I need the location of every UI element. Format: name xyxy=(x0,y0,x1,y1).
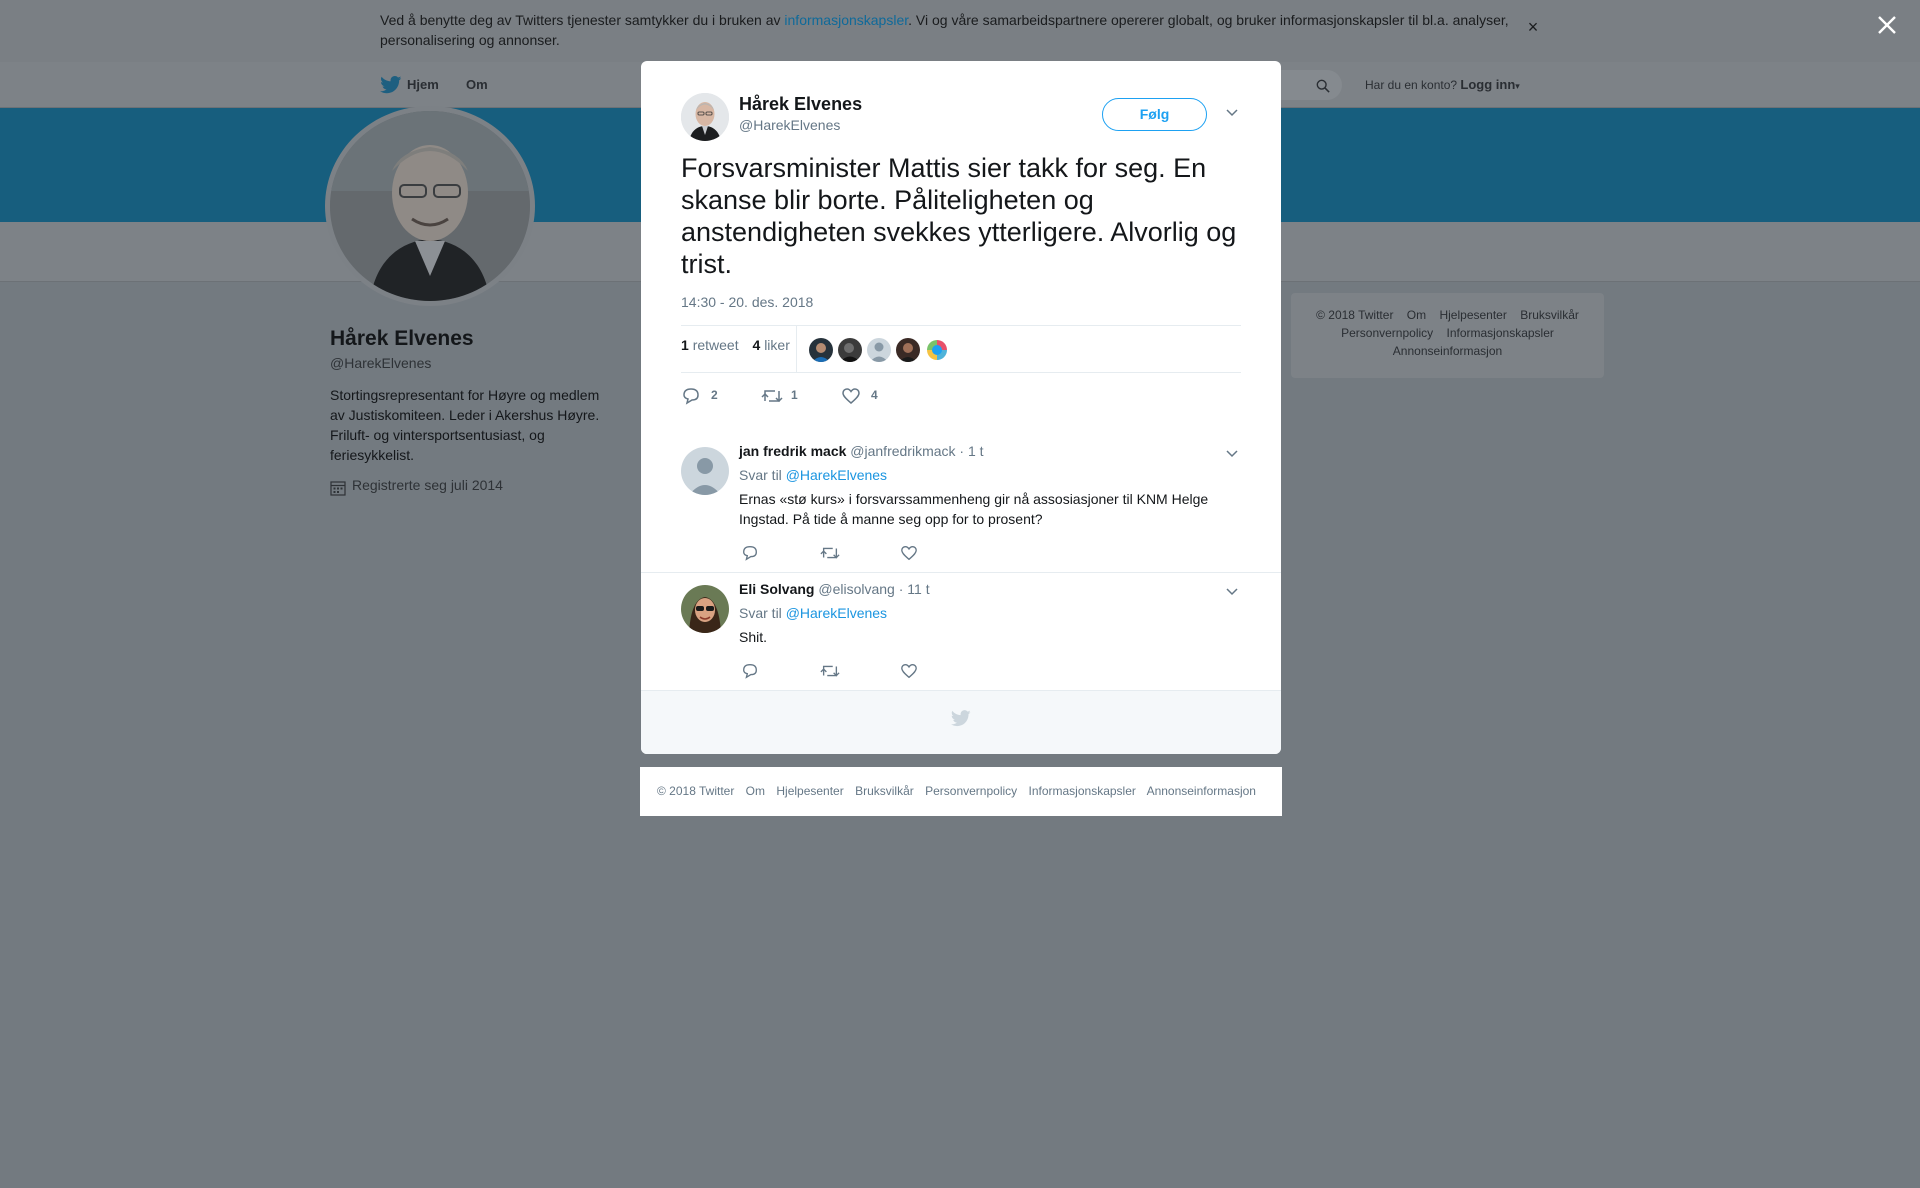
reply-icon[interactable] xyxy=(741,662,759,680)
profile-join-date: Registrerte seg juli 2014 xyxy=(352,477,503,493)
footer-link[interactable]: Annonseinformasjon xyxy=(1393,344,1502,358)
reply-text: Shit. xyxy=(739,629,768,645)
login-link[interactable]: Logg inn xyxy=(1460,77,1515,92)
chevron-down-icon[interactable] xyxy=(1225,585,1239,599)
footer-link[interactable]: Bruksvilkår xyxy=(1520,308,1579,322)
reply-to-mention[interactable]: @HarekElvenes xyxy=(786,605,887,621)
follow-button[interactable]: Følg xyxy=(1102,98,1207,131)
footer-link: © 2018 Twitter xyxy=(1316,308,1394,322)
reply-to-line: Svar til @HarekElvenes xyxy=(739,605,887,621)
footer-link[interactable]: Informasjonskapsler xyxy=(1029,784,1136,798)
reply-time[interactable]: · 11 t xyxy=(899,581,930,597)
divider xyxy=(796,326,797,372)
tweet-author-avatar[interactable] xyxy=(681,93,729,141)
heart-icon[interactable] xyxy=(900,662,918,680)
footer-link[interactable]: Personvernpolicy xyxy=(925,784,1017,798)
liker-avatar[interactable] xyxy=(925,338,949,362)
footer-link[interactable]: Om xyxy=(1407,308,1426,322)
tweet-author-handle[interactable]: @HarekElvenes xyxy=(739,117,840,133)
retweet-icon[interactable] xyxy=(820,544,840,562)
divider xyxy=(681,325,1241,326)
search-icon[interactable] xyxy=(1316,79,1330,93)
chevron-down-icon[interactable] xyxy=(1225,447,1239,461)
reply-to-label: Svar til xyxy=(739,605,782,621)
retweet-icon[interactable] xyxy=(820,662,840,680)
footer-link[interactable]: Hjelpesenter xyxy=(776,784,843,798)
reply-header: jan fredrik mack @janfredrikmack · 1 t xyxy=(739,443,984,459)
reply-author-handle[interactable]: @elisolvang xyxy=(818,581,894,597)
twitter-bird-icon xyxy=(951,710,971,727)
liker-avatar[interactable] xyxy=(867,338,891,362)
caret-down-icon: ▾ xyxy=(1515,81,1520,91)
close-icon[interactable] xyxy=(1876,14,1898,36)
retweet-label[interactable]: retweet xyxy=(693,337,739,353)
heart-icon[interactable] xyxy=(900,544,918,562)
like-label[interactable]: liker xyxy=(764,337,790,353)
reply-icon xyxy=(683,388,699,405)
retweet-icon xyxy=(761,390,783,403)
cookie-close-icon[interactable]: × xyxy=(1525,18,1541,36)
reply-to-label: Svar til xyxy=(739,467,782,483)
reply-author-name[interactable]: Eli Solvang xyxy=(739,581,814,597)
profile-avatar[interactable] xyxy=(325,106,535,306)
reply-header: Eli Solvang @elisolvang · 11 t xyxy=(739,581,930,597)
profile-handle[interactable]: @HarekElvenes xyxy=(330,355,431,371)
footer-link[interactable]: Bruksvilkår xyxy=(855,784,914,798)
reply-count: 2 xyxy=(711,388,718,402)
cookie-consent-bar: Ved å benytte deg av Twitters tjenester … xyxy=(0,0,1920,62)
twitter-bird-icon[interactable] xyxy=(380,76,402,94)
footer-copyright: © 2018 Twitter xyxy=(657,784,735,798)
nav-about[interactable]: Om xyxy=(466,77,488,92)
reply-time[interactable]: · 1 t xyxy=(959,443,983,459)
login-prompt: Har du en konto? xyxy=(1365,78,1458,92)
liker-avatar[interactable] xyxy=(809,338,833,362)
reply-text: Ernas «stø kurs» i forsvarssammenheng gi… xyxy=(739,491,1209,527)
reply-author-handle[interactable]: @janfredrikmack xyxy=(850,443,955,459)
footer-link[interactable]: Personvernpolicy xyxy=(1341,326,1433,340)
modal-footer xyxy=(641,690,1281,754)
divider xyxy=(681,372,1241,373)
login-area: Har du en konto? Logg inn▾ xyxy=(1365,77,1520,92)
divider xyxy=(641,572,1281,573)
footer-link[interactable]: Hjelpesenter xyxy=(1439,308,1506,322)
footer-link[interactable]: Annonseinformasjon xyxy=(1147,784,1256,798)
reply-avatar[interactable] xyxy=(681,447,729,495)
like-count[interactable]: 4 xyxy=(753,337,761,353)
nav-home[interactable]: Hjem xyxy=(407,77,439,92)
like-action-count: 4 xyxy=(871,388,878,402)
heart-icon xyxy=(842,388,860,404)
tweet-timestamp[interactable]: 14:30 - 20. des. 2018 xyxy=(681,294,813,310)
tweet-author-name[interactable]: Hårek Elvenes xyxy=(739,94,862,115)
liker-avatar[interactable] xyxy=(896,338,920,362)
cookie-text-before: Ved å benytte deg av Twitters tjenester … xyxy=(380,12,785,28)
retweet-action-count: 1 xyxy=(791,388,798,402)
cookie-policy-link[interactable]: informasjonskapsler xyxy=(784,12,908,28)
profile-name[interactable]: Hårek Elvenes xyxy=(330,327,474,351)
profile-bio: Stortingsrepresentant for Høyre og medle… xyxy=(330,387,600,463)
retweet-count[interactable]: 1 xyxy=(681,337,689,353)
reply-avatar[interactable] xyxy=(681,585,729,633)
reply-icon[interactable] xyxy=(741,544,759,562)
calendar-icon xyxy=(330,481,346,496)
reply-to-mention[interactable]: @HarekElvenes xyxy=(786,467,887,483)
modal-bottom-footer: © 2018 Twitter Om Hjelpesenter Bruksvilk… xyxy=(640,767,1282,816)
reply-to-line: Svar til @HarekElvenes xyxy=(739,467,887,483)
liker-avatar[interactable] xyxy=(838,338,862,362)
footer-link[interactable]: Informasjonskapsler xyxy=(1447,326,1554,340)
reply-author-name[interactable]: jan fredrik mack xyxy=(739,443,846,459)
chevron-down-icon[interactable] xyxy=(1225,106,1239,120)
side-footer: © 2018 Twitter Om Hjelpesenter Bruksvilk… xyxy=(1291,293,1604,378)
footer-link[interactable]: Om xyxy=(746,784,765,798)
cookie-consent-text: Ved å benytte deg av Twitters tjenester … xyxy=(380,10,1520,50)
tweet-stats: 1 retweet 4 liker xyxy=(681,337,790,353)
tweet-modal: Hårek Elvenes @HarekElvenes Følg Forsvar… xyxy=(641,61,1281,754)
tweet-text: Forsvarsminister Mattis sier takk for se… xyxy=(681,153,1237,279)
